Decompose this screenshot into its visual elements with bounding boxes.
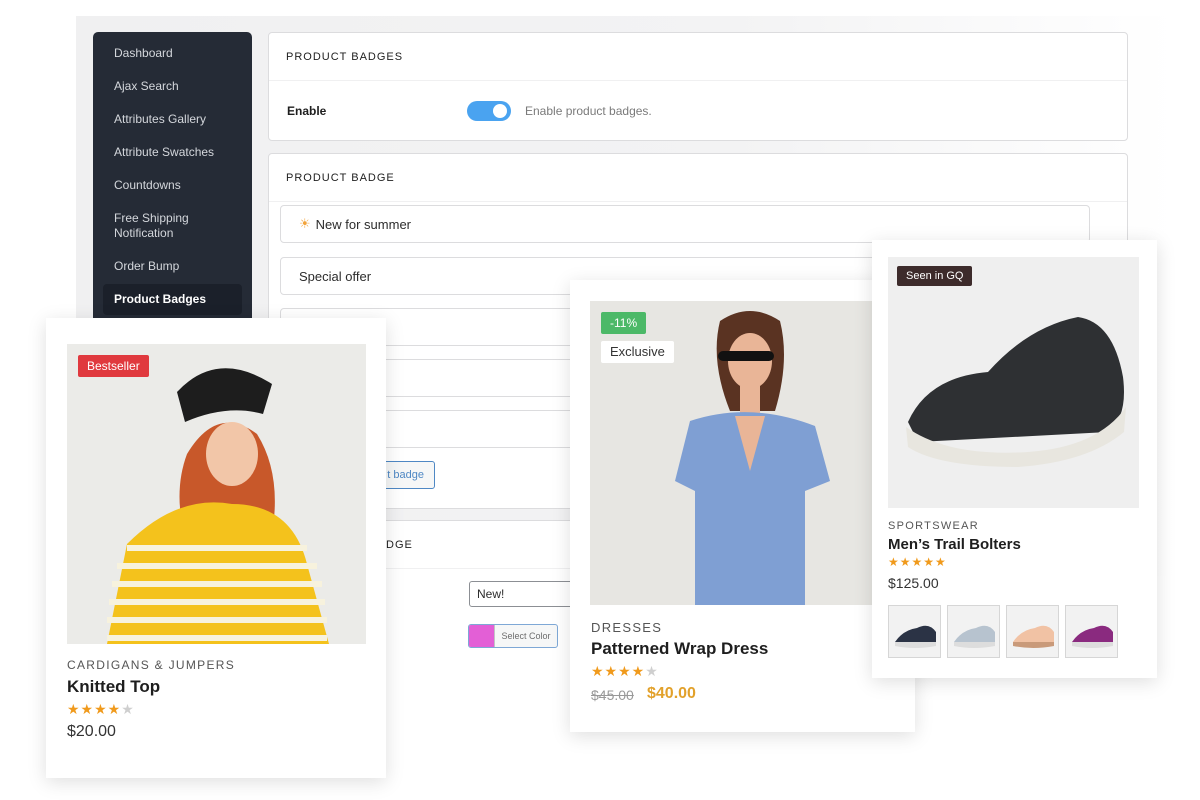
sale-price: $40.00 — [647, 685, 696, 702]
sidebar-item-attributes-gallery[interactable]: Attributes Gallery — [93, 112, 252, 127]
settings-panel: PRODUCT BADGES Enable Enable product bad… — [268, 32, 1128, 141]
product-badge: Bestseller — [78, 355, 149, 377]
product-category: DRESSES — [591, 620, 663, 635]
sidebar-item-dashboard[interactable]: Dashboard — [93, 46, 252, 61]
rating-stars: ★★★★★ — [67, 701, 135, 717]
sidebar-item-ajax-search[interactable]: Ajax Search — [93, 79, 252, 94]
section-title: PRODUCT BADGE — [269, 154, 1127, 202]
exclusive-badge: Exclusive — [601, 341, 674, 363]
variant-thumb-purple[interactable] — [1065, 605, 1118, 658]
sidebar-item-order-bump[interactable]: Order Bump — [93, 259, 252, 274]
product-card[interactable]: -11% Exclusive DRESSES Patterned Wrap Dr… — [570, 280, 915, 732]
sidebar-item-attribute-swatches[interactable]: Attribute Swatches — [93, 145, 252, 160]
badge-row[interactable]: ☀ New for summer — [280, 205, 1090, 243]
sun-icon: ☀ — [299, 216, 311, 231]
variant-thumb-light-grey[interactable] — [947, 605, 1000, 658]
color-swatch — [469, 625, 494, 647]
sidebar-item-countdowns[interactable]: Countdowns — [93, 178, 252, 193]
product-title[interactable]: Knitted Top — [67, 677, 160, 697]
enable-row: Enable Enable product badges. — [269, 81, 1127, 141]
product-price: $20.00 — [67, 723, 116, 740]
enable-description: Enable product badges. — [525, 104, 652, 118]
product-category: CARDIGANS & JUMPERS — [67, 658, 236, 672]
badge-row-label: New for summer — [315, 216, 412, 232]
sidebar-item-product-badges[interactable]: Product Badges — [103, 284, 242, 315]
product-image[interactable]: Bestseller — [67, 344, 366, 644]
rating-stars: ★★★★★ — [888, 555, 947, 569]
section-title: PRODUCT BADGES — [269, 33, 1127, 81]
product-card[interactable]: Bestseller CARDIGANS & JUMPERS Knitted T… — [46, 318, 386, 778]
discount-badge: -11% — [601, 312, 647, 334]
product-category: SPORTSWEAR — [888, 520, 980, 532]
badge-row-label: Special offer — [299, 268, 372, 284]
sidebar-nav: Dashboard Ajax Search Attributes Gallery… — [93, 32, 252, 332]
section-title: DGE — [386, 538, 413, 551]
select-color-button[interactable]: Select Color — [494, 625, 557, 647]
product-card[interactable]: Seen in GQ SPORTSWEAR Men’s Trail Bolter… — [872, 240, 1157, 678]
variant-thumb-navy[interactable] — [888, 605, 941, 658]
shoe-illustration — [888, 257, 1139, 508]
product-price: $125.00 — [888, 575, 939, 591]
product-title[interactable]: Patterned Wrap Dress — [591, 639, 768, 659]
enable-toggle[interactable] — [467, 101, 511, 121]
product-badge: Seen in GQ — [897, 266, 973, 286]
rating-stars: ★★★★★ — [591, 663, 659, 679]
model-illustration — [67, 344, 366, 644]
enable-label: Enable — [287, 104, 327, 118]
sidebar-item-free-shipping[interactable]: Free Shipping Notification — [93, 211, 213, 241]
variant-thumb-peach[interactable] — [1006, 605, 1059, 658]
badge-color-picker[interactable]: Select Color — [468, 624, 558, 648]
product-title[interactable]: Men’s Trail Bolters — [888, 536, 1021, 553]
product-image[interactable]: Seen in GQ — [888, 257, 1139, 508]
old-price: $45.00 — [591, 687, 634, 703]
product-image[interactable]: -11% Exclusive — [590, 301, 880, 605]
